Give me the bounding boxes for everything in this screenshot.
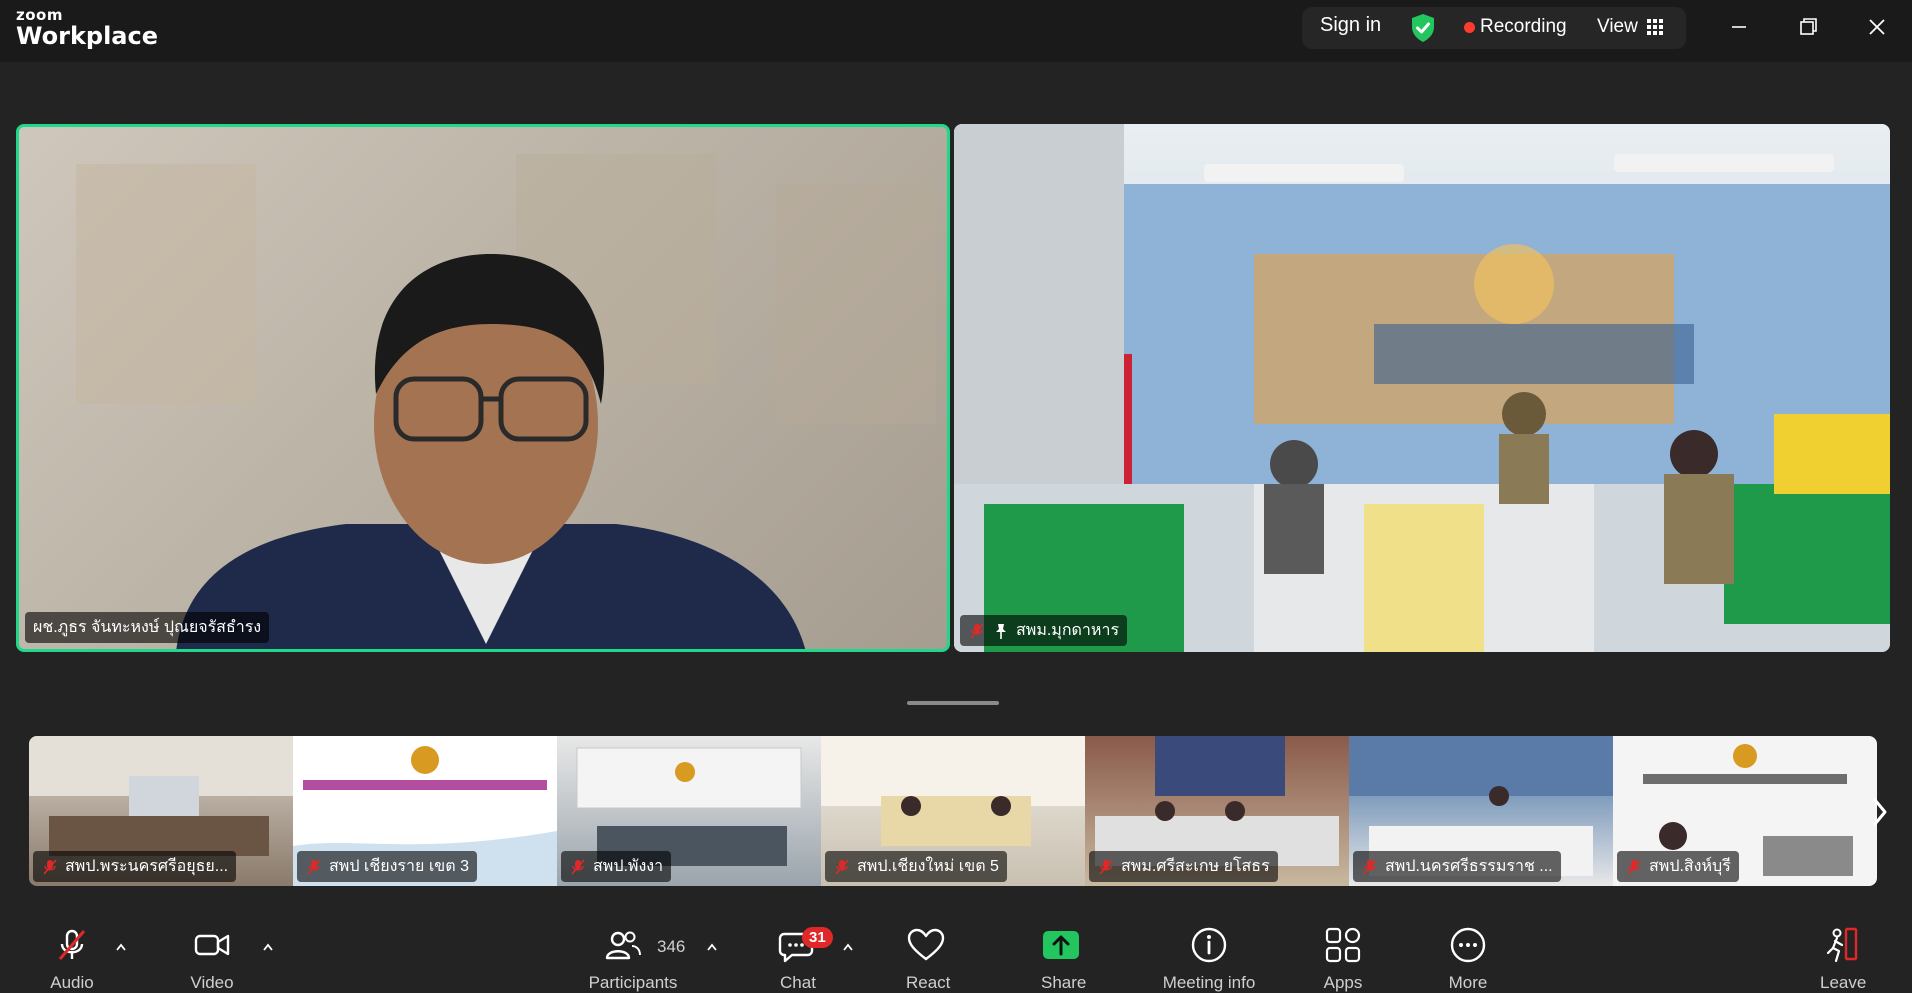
- audio-button[interactable]: Audio: [42, 925, 102, 993]
- title-bar: zoom Workplace Sign in Recording View: [0, 0, 1912, 62]
- more-icon: [1450, 927, 1486, 963]
- meeting-info-button[interactable]: Meeting info: [1149, 925, 1269, 993]
- participant-filmstrip: สพป.พระนครศรีอยุธย... สพป เชียงราย เขต 3…: [29, 736, 1877, 886]
- apps-button[interactable]: Apps: [1323, 925, 1363, 993]
- view-button[interactable]: View: [1597, 16, 1638, 38]
- video-thumbnail[interactable]: สพป.พระนครศรีอยุธย...: [29, 736, 293, 886]
- logo-brand-large: Workplace: [16, 22, 159, 50]
- minimize-window-icon[interactable]: [1722, 12, 1756, 42]
- participant-name: สพป เชียงราย เขต 3: [329, 858, 469, 875]
- audio-label: Audio: [50, 973, 94, 992]
- filmstrip-resize-handle[interactable]: [907, 701, 999, 705]
- participant-name: สพป.นครศรีธรรมราช ...: [1385, 858, 1553, 875]
- participants-icon: [605, 931, 641, 960]
- participant-name: ผช.ภูธร จันทะหงษ์ ปุณยจรัสธำรง: [33, 619, 262, 636]
- info-icon: [1191, 927, 1227, 963]
- meeting-info-label: Meeting info: [1162, 973, 1256, 992]
- share-button[interactable]: Share: [1041, 925, 1087, 993]
- video-tile-pinned[interactable]: สพม.มุกดาหาร: [954, 124, 1890, 652]
- chat-unread-badge: 31: [802, 927, 833, 948]
- leave-button[interactable]: Leave: [1820, 925, 1867, 993]
- participant-name: สพม.ศรีสะเกษ ยโสธร: [1121, 858, 1270, 875]
- video-thumbnail[interactable]: สพม.ศรีสะเกษ ยโสธร: [1085, 736, 1349, 886]
- participant-name-tag: สพป.พังงา: [561, 851, 672, 882]
- leave-icon: [1826, 927, 1858, 963]
- react-label: React: [906, 973, 951, 992]
- video-camera-icon: [194, 934, 230, 956]
- speaker-video-frame: [76, 154, 936, 649]
- share-label: Share: [1041, 973, 1087, 992]
- security-shield-icon[interactable]: [1410, 13, 1436, 43]
- mic-muted-icon: [58, 929, 86, 960]
- grid-view-icon[interactable]: [1647, 19, 1663, 35]
- mic-muted-icon: [1627, 858, 1641, 875]
- participant-name: สพป.พังงา: [593, 858, 664, 875]
- participant-name-tag: สพป.เชียงใหม่ เขต 5: [825, 851, 1007, 882]
- participant-name: สพป.เชียงใหม่ เขต 5: [857, 858, 999, 875]
- chat-label: Chat: [780, 973, 816, 992]
- leave-label: Leave: [1820, 973, 1867, 992]
- video-button[interactable]: Video: [182, 925, 242, 993]
- mic-muted-icon: [571, 858, 585, 875]
- restore-window-icon[interactable]: [1791, 12, 1825, 42]
- participants-count: 346: [657, 937, 686, 956]
- share-screen-icon: [1043, 931, 1079, 959]
- mic-muted-icon: [1363, 858, 1377, 875]
- participant-name-tag: สพป.พระนครศรีอยุธย...: [33, 851, 237, 882]
- video-thumbnail[interactable]: สพป.นครศรีธรรมราช ...: [1349, 736, 1613, 886]
- participant-name-tag: สพม.ศรีสะเกษ ยโสธร: [1089, 851, 1278, 882]
- meeting-toolbar: Audio Video Participants Chat React Shar…: [0, 905, 1912, 993]
- more-button[interactable]: More: [1448, 925, 1488, 993]
- chevron-up-icon[interactable]: [115, 943, 127, 951]
- logo-brand-small: zoom: [16, 6, 63, 24]
- react-button[interactable]: React: [906, 925, 951, 993]
- mic-muted-icon: [43, 858, 57, 875]
- participant-name: สพป.สิงห์บุรี: [1649, 858, 1731, 875]
- sign-in-button[interactable]: Sign in: [1320, 14, 1381, 37]
- video-thumbnail[interactable]: สพป.สิงห์บุรี: [1613, 736, 1877, 886]
- recording-label[interactable]: Recording: [1480, 16, 1567, 38]
- participant-name-tag: ผช.ภูธร จันทะหงษ์ ปุณยจรัสธำรง: [25, 612, 270, 643]
- chevron-up-icon[interactable]: [706, 943, 718, 951]
- apps-label: Apps: [1323, 973, 1363, 992]
- recording-dot-icon: [1464, 22, 1475, 33]
- participant-name: สพม.มุกดาหาร: [1016, 622, 1120, 639]
- close-window-icon[interactable]: [1860, 12, 1894, 42]
- mic-muted-icon: [1099, 858, 1113, 875]
- participants-label: Participants: [588, 973, 678, 992]
- chevron-up-icon[interactable]: [262, 943, 274, 951]
- mic-muted-icon: [307, 858, 321, 875]
- mic-muted-icon: [835, 858, 849, 875]
- participants-button[interactable]: Participants: [583, 925, 683, 993]
- video-thumbnail[interactable]: สพป.เชียงใหม่ เขต 5: [821, 736, 1085, 886]
- participant-name-tag: สพป เชียงราย เขต 3: [297, 851, 477, 882]
- room-video-frame: [954, 124, 1890, 652]
- video-label: Video: [190, 973, 234, 992]
- participant-name: สพป.พระนครศรีอยุธย...: [65, 858, 229, 875]
- participant-name-tag: สพม.มุกดาหาร: [960, 615, 1128, 646]
- participant-name-tag: สพป.สิงห์บุรี: [1617, 851, 1739, 882]
- mic-muted-icon: [970, 622, 984, 639]
- zoom-workplace-logo: zoom Workplace: [16, 6, 159, 50]
- chevron-up-icon[interactable]: [842, 943, 854, 951]
- heart-icon: [907, 928, 945, 961]
- video-thumbnail[interactable]: สพป.พังงา: [557, 736, 821, 886]
- chevron-right-icon[interactable]: [1868, 792, 1892, 832]
- more-label: More: [1448, 973, 1488, 992]
- apps-icon: [1325, 927, 1361, 963]
- video-tile-active-speaker[interactable]: ผช.ภูธร จันทะหงษ์ ปุณยจรัสธำรง: [16, 124, 950, 652]
- pin-icon: [996, 623, 1006, 639]
- video-thumbnail[interactable]: สพป เชียงราย เขต 3: [293, 736, 557, 886]
- participant-name-tag: สพป.นครศรีธรรมราช ...: [1353, 851, 1561, 882]
